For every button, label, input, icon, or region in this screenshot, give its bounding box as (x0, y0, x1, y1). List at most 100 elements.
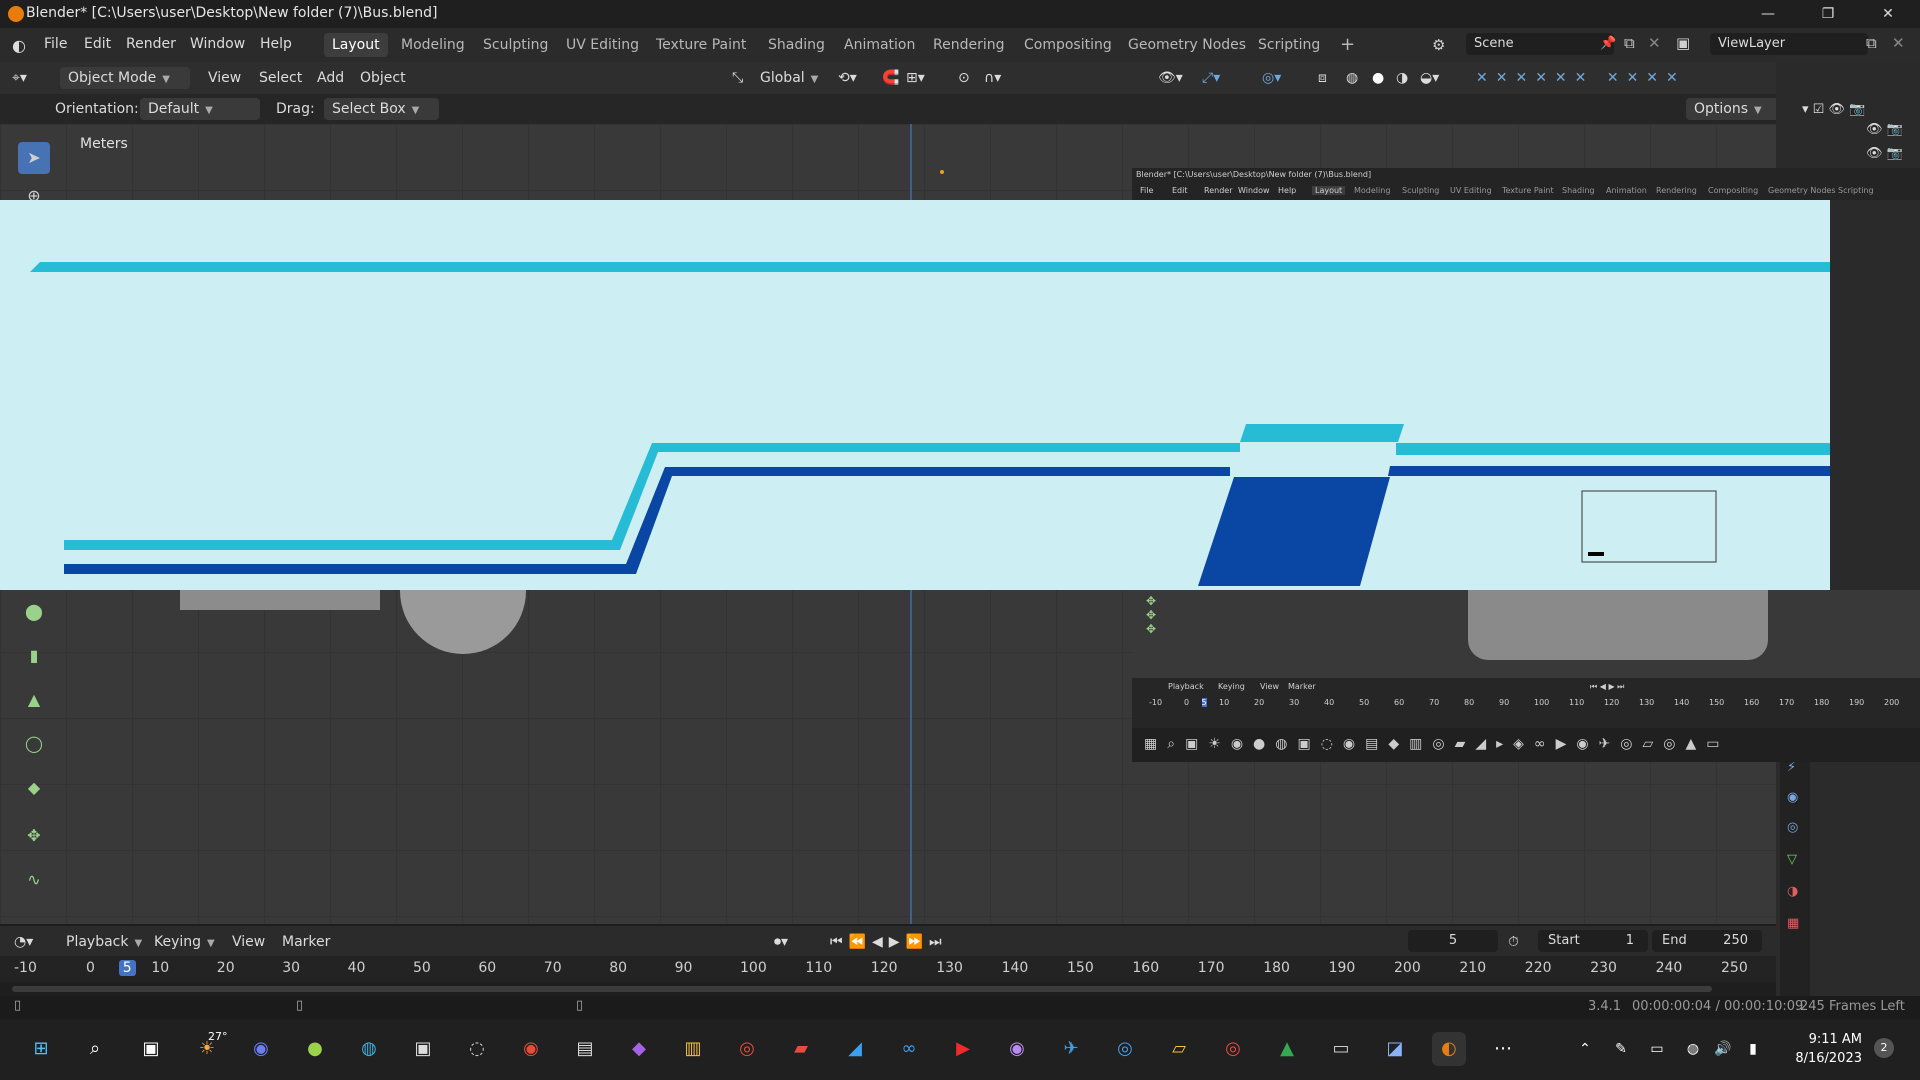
notification-badge[interactable]: 2 (1874, 1038, 1894, 1058)
snap-icon[interactable]: 🧲 (882, 67, 899, 89)
chrome-icon[interactable]: ◉ (514, 1032, 548, 1066)
material-tab-icon[interactable]: ◑ (1787, 884, 1798, 899)
tab-compositing[interactable]: Compositing (1016, 33, 1120, 57)
new-viewlayer-icon[interactable]: ⧉ (1866, 34, 1877, 52)
search-icon[interactable]: ⌕ (78, 1032, 112, 1066)
tab-uv-editing[interactable]: UV Editing (558, 33, 647, 57)
app-icon[interactable]: ✈ (1054, 1032, 1088, 1066)
record-icon[interactable]: ⏺▾ (774, 931, 788, 953)
outliner-row-icons[interactable]: ▾ ☑ 👁 📷 (1802, 102, 1865, 117)
timeline-view-menu[interactable]: View (232, 931, 265, 953)
chrome-icon[interactable]: ◎ (1216, 1032, 1250, 1066)
timeline-editor-icon[interactable]: ◔▾ (14, 931, 33, 953)
menu-select[interactable]: Select (259, 67, 302, 89)
toolbar-icons-row[interactable]: ✕✕✕✕✕✕ ✕✕✕✕ (1476, 67, 1686, 89)
youtube-icon[interactable]: ▶ (946, 1032, 980, 1066)
task-view-icon[interactable]: ▣ (134, 1032, 168, 1066)
maximize-button[interactable]: ❐ (1806, 2, 1850, 26)
network-icon[interactable]: ◍ (1676, 1032, 1710, 1066)
drive-icon[interactable]: ▲ (1270, 1032, 1304, 1066)
app-icon[interactable]: ∞ (892, 1032, 926, 1066)
battery-icon[interactable]: ▮ (1736, 1032, 1770, 1066)
pin-icon[interactable]: 📌 (1600, 36, 1616, 51)
tab-scripting[interactable]: Scripting (1250, 33, 1328, 57)
clock-date[interactable]: 8/16/2023 (1782, 1051, 1862, 1066)
object-data-tab-icon[interactable]: ◎ (1787, 820, 1798, 835)
add-sphere-tool-icon[interactable]: ⬤ (18, 596, 50, 628)
falloff-icon[interactable]: ∩▾ (984, 67, 1001, 89)
timeline-scrollbar[interactable] (0, 982, 1776, 996)
select-tool-icon[interactable]: ➤ (18, 142, 50, 174)
close-button[interactable]: ✕ (1866, 2, 1910, 26)
texture-tab-icon[interactable]: ▦ (1787, 916, 1799, 931)
tab-animation[interactable]: Animation (836, 33, 923, 57)
xray-icon[interactable]: ⧈ (1318, 67, 1327, 89)
tab-shading[interactable]: Shading (760, 33, 833, 57)
transform-orientation-icon[interactable]: ⤡ (732, 67, 743, 89)
drag-dropdown[interactable]: Select Box ▼ (324, 98, 440, 120)
chat-icon[interactable]: ◉ (244, 1032, 278, 1066)
file-explorer-icon[interactable]: ▥ (676, 1032, 710, 1066)
delete-viewlayer-icon[interactable]: ✕ (1892, 34, 1905, 52)
timeline-keying-menu[interactable]: Keying ▼ (154, 931, 215, 953)
github-icon[interactable]: ◉ (1000, 1032, 1034, 1066)
timeline-ruler[interactable]: -10 0 5 10 20 30 40 50 60 70 80 90 100 110 120 130 140 15… (0, 956, 1776, 982)
scrollbar-thumb[interactable] (12, 986, 1712, 992)
more-icon[interactable]: ⋯ (1486, 1032, 1520, 1066)
clock-time[interactable]: 9:11 AM (1782, 1032, 1862, 1047)
render-shading-icon[interactable]: ◒▾ (1420, 67, 1439, 89)
add-cylinder-tool-icon[interactable]: ▮ (18, 640, 50, 672)
new-scene-icon[interactable]: ⧉ (1624, 34, 1635, 52)
visual-studio-icon[interactable]: ◆ (622, 1032, 656, 1066)
scene-icon[interactable]: ⚙ (1432, 36, 1445, 54)
gizmo-icon[interactable]: ⤢▾ (1202, 67, 1220, 89)
editor-type-icon[interactable]: ⌖▾ (12, 67, 27, 89)
add-torus-tool-icon[interactable]: ◯ (18, 728, 50, 760)
display-icon[interactable]: ▭ (1640, 1032, 1674, 1066)
constraints-tab-icon[interactable]: ◉ (1787, 790, 1798, 805)
app-icon[interactable]: ◌ (460, 1032, 494, 1066)
physics-tab-icon[interactable]: ⚡ (1787, 760, 1796, 775)
viewlayer-icon[interactable]: ▣ (1676, 34, 1690, 52)
tab-modeling[interactable]: Modeling (393, 33, 473, 57)
orientation-dropdown[interactable]: Default ▼ (140, 98, 260, 120)
vscode-icon[interactable]: ◢ (838, 1032, 872, 1066)
tab-geometry-nodes[interactable]: Geometry Nodes (1120, 33, 1254, 57)
app-icon[interactable]: ▰ (784, 1032, 818, 1066)
material-shading-icon[interactable]: ◑ (1396, 67, 1408, 89)
terminal-icon[interactable]: ▤ (568, 1032, 602, 1066)
volume-icon[interactable]: 🔊 (1706, 1032, 1740, 1066)
app-icon[interactable]: ● (298, 1032, 332, 1066)
menu-edit[interactable]: Edit (84, 36, 111, 52)
add-cube-tool-icon[interactable]: ◆ (18, 772, 50, 804)
pen-icon[interactable]: ✎ (1604, 1032, 1638, 1066)
snap-target-icon[interactable]: ⊞▾ (906, 67, 925, 89)
tray-chevron-icon[interactable]: ⌃ (1568, 1032, 1602, 1066)
mesh-data-tab-icon[interactable]: ▽ (1787, 852, 1797, 867)
tab-sculpting[interactable]: Sculpting (475, 33, 556, 57)
add-cone-tool-icon[interactable]: ▲ (18, 684, 50, 716)
visibility-icon[interactable]: 👁▾ (1158, 67, 1183, 89)
edge-icon[interactable]: ◍ (352, 1032, 386, 1066)
timeline-marker-menu[interactable]: Marker (282, 931, 330, 953)
menu-add[interactable]: Add (317, 67, 344, 89)
app-icon[interactable]: ◪ (1378, 1032, 1412, 1066)
tab-layout[interactable]: Layout (324, 33, 388, 57)
app-icon[interactable]: ▭ (1324, 1032, 1358, 1066)
wireframe-shading-icon[interactable]: ◍ (1346, 67, 1358, 89)
chrome-icon[interactable]: ◎ (730, 1032, 764, 1066)
blender-taskbar-icon[interactable]: ◐ (1432, 1032, 1466, 1066)
end-frame-field[interactable]: End 250 (1652, 930, 1762, 952)
menu-file[interactable]: File (44, 36, 67, 52)
solid-shading-icon[interactable]: ● (1372, 67, 1384, 89)
menu-render[interactable]: Render (126, 36, 176, 52)
current-frame-field[interactable]: 5 (1408, 930, 1498, 952)
tab-texture-paint[interactable]: Texture Paint (648, 33, 754, 57)
proportional-edit-icon[interactable]: ⊙ (958, 67, 970, 89)
overlay-icon[interactable]: ◎▾ (1262, 67, 1281, 89)
pivot-icon[interactable]: ⟲▾ (838, 67, 857, 89)
add-armature-tool-icon[interactable]: ✥ (18, 820, 50, 852)
tab-rendering[interactable]: Rendering (925, 33, 1013, 57)
viewlayer-field[interactable]: ViewLayer (1710, 33, 1868, 55)
add-workspace-button[interactable]: + (1332, 33, 1363, 57)
